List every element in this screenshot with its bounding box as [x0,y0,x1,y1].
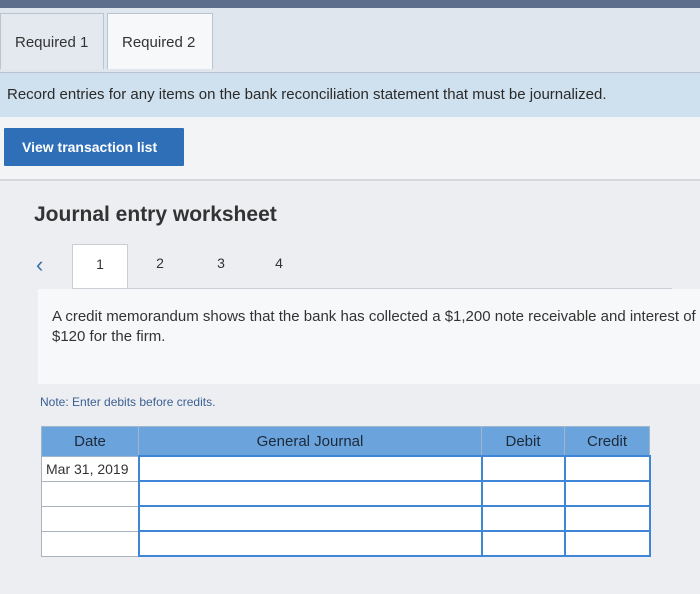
instruction-text: Record entries for any items on the bank… [0,72,700,117]
tab-strip: Required 1 Required 2 [0,8,700,72]
chevron-left-icon[interactable]: ‹ [36,253,43,277]
debit-input[interactable] [480,455,566,482]
table-row [41,480,651,507]
date-cell: Mar 31, 2019 [41,455,139,482]
worksheet-pager: ‹ 1 2 3 4 [32,244,672,289]
page-tab-3[interactable]: 3 [211,255,231,271]
credit-input[interactable] [563,505,651,532]
button-area: View transaction list [0,117,700,179]
top-bar [0,0,700,8]
table-row [41,505,651,532]
page-tab-1[interactable]: 1 [72,244,128,288]
date-cell [41,505,139,532]
account-input[interactable] [137,530,483,557]
debit-input[interactable] [480,480,566,507]
entry-note: Note: Enter debits before credits. [40,395,216,409]
credit-input[interactable] [563,480,651,507]
credit-input[interactable] [563,455,651,482]
worksheet-title: Journal entry worksheet [34,203,277,226]
date-cell [41,480,139,507]
transaction-description: A credit memorandum shows that the bank … [38,289,700,384]
journal-table: Date General Journal Debit Credit Mar 31… [41,426,651,557]
date-cell [41,530,139,557]
debit-input[interactable] [480,530,566,557]
account-input[interactable] [137,455,483,482]
journal-entry-worksheet: Journal entry worksheet ‹ 1 2 3 4 A cred… [0,179,700,594]
header-debit: Debit [481,426,565,457]
debit-input[interactable] [480,505,566,532]
account-input[interactable] [137,480,483,507]
view-transaction-list-button[interactable]: View transaction list [4,128,184,166]
tab-required-2[interactable]: Required 2 [107,13,213,69]
header-date: Date [41,426,139,457]
description-text: A credit memorandum shows that the bank … [52,308,696,345]
account-input[interactable] [137,505,483,532]
tab-required-1[interactable]: Required 1 [0,13,104,69]
table-row: Mar 31, 2019 [41,455,651,482]
header-credit: Credit [564,426,650,457]
page-tab-4[interactable]: 4 [269,255,289,271]
page-tab-2[interactable]: 2 [150,255,170,271]
header-general-journal: General Journal [138,426,482,457]
table-header-row: Date General Journal Debit Credit [41,426,650,457]
table-row [41,530,651,557]
credit-input[interactable] [563,530,651,557]
